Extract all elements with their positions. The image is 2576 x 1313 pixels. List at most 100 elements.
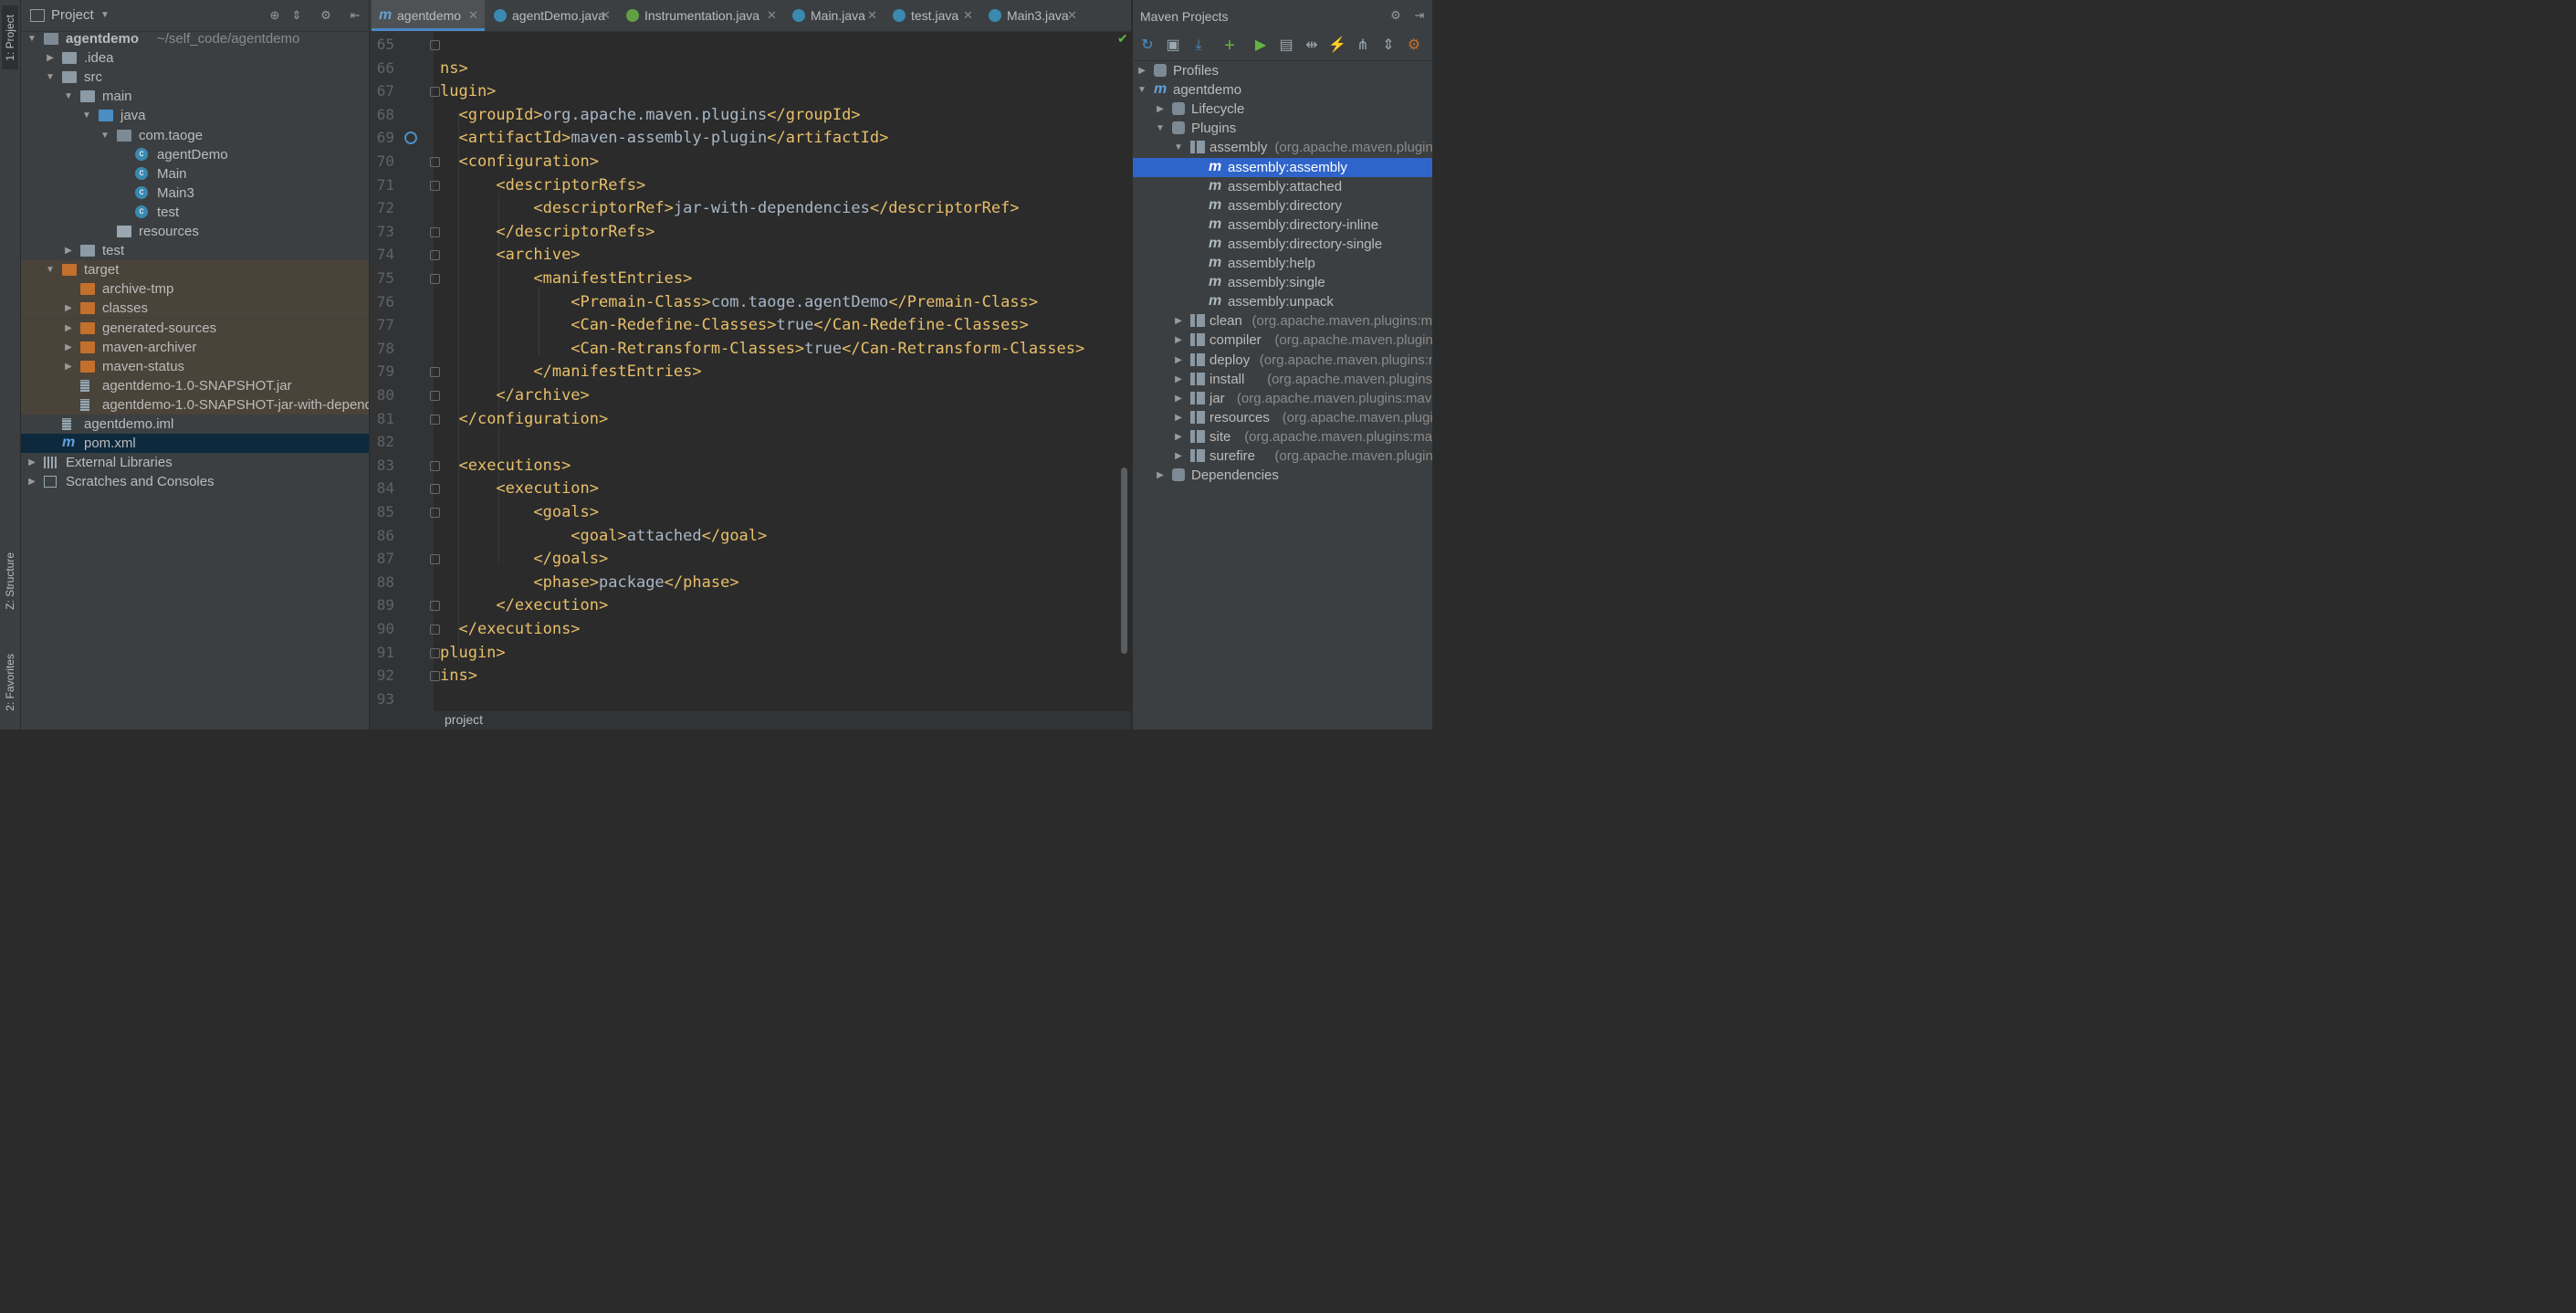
code-line[interactable]: ins> [440,664,477,688]
close-icon[interactable]: ✕ [1067,0,1077,31]
editor-tab[interactable]: Main.java ✕ [785,0,884,31]
expand-arrow-icon[interactable]: ▼ [81,106,92,125]
collapse-arrow-icon[interactable]: ▶ [1173,331,1184,350]
close-icon[interactable]: ✕ [867,0,877,31]
code-line[interactable]: <goal>attached</goal> [440,524,767,548]
maven-tree-item[interactable]: m assembly:directory-inline [1133,215,1432,235]
code-line[interactable]: lugin> [440,79,496,103]
project-tree-item[interactable]: agentdemo-1.0-SNAPSHOT-jar-with-dependen… [21,394,369,415]
maven-tree-item[interactable]: ▶ install (org.apache.maven.plugins:maven-… [1133,370,1432,389]
collapse-arrow-icon[interactable]: ▶ [45,48,56,68]
maven-tree-item[interactable]: m assembly:unpack [1133,292,1432,311]
editor-tab[interactable]: agentDemo.java ✕ [487,0,617,31]
maven-tree-item[interactable]: ▶ Dependencies [1133,466,1432,485]
project-tree-item[interactable]: c Main3 [21,184,369,203]
maven-tree-item[interactable]: m assembly:help [1133,254,1432,273]
editor-scrollbar[interactable] [1121,467,1127,654]
code-line[interactable]: <phase>package</phase> [440,571,738,594]
maven-tree-item[interactable]: ▶ Profiles [1133,61,1432,80]
collapse-arrow-icon[interactable]: ▶ [1173,427,1184,446]
code-line[interactable]: <Can-Retransform-Classes>true</Can-Retra… [440,337,1084,361]
project-tree-item[interactable]: ▶ Scratches and Consoles [21,472,369,491]
project-tree-item[interactable]: ▼ main [21,87,369,106]
collapse-arrow-icon[interactable]: ▶ [1155,466,1166,485]
toggle-offline-icon[interactable]: ⇹ [1303,37,1321,55]
hide-panel-icon[interactable]: ⇤ [348,8,362,23]
code-line[interactable]: </configuration> [440,407,608,431]
expand-arrow-icon[interactable]: ▼ [99,126,110,145]
code-line[interactable]: <Premain-Class>com.taoge.agentDemo</Prem… [440,290,1038,314]
expand-arrow-icon[interactable]: ▼ [63,87,74,106]
collapse-all-icon[interactable]: ⇕ [1379,37,1398,55]
maven-tree-item[interactable]: ▶ resources (org.apache.maven.plugins:mave… [1133,408,1432,427]
project-view-selector[interactable]: Project [51,7,94,23]
maven-tree-item[interactable]: m assembly:directory-single [1133,235,1432,254]
collapse-arrow-icon[interactable]: ▶ [1173,408,1184,427]
tab-structure-tool[interactable]: Z: Structure [2,539,18,623]
project-tree-item[interactable]: ▶ maven-archiver [21,337,369,357]
settings-icon[interactable]: ⚙ [1405,37,1423,55]
maven-tree-item[interactable]: ▶ clean (org.apache.maven.plugins:maven-cl… [1133,311,1432,331]
collapse-arrow-icon[interactable]: ▶ [63,338,74,357]
dependencies-diagram-icon[interactable]: ⋔ [1354,37,1372,55]
download-icon[interactable]: ⤓ [1189,37,1208,55]
maven-tree-item[interactable]: ▼ Plugins [1133,119,1432,138]
collapse-arrow-icon[interactable]: ▶ [1173,351,1184,370]
project-tree-item[interactable]: ▼ com.taoge [21,126,369,145]
collapse-arrow-icon[interactable]: ▶ [1173,311,1184,331]
code-line[interactable]: <executions> [440,454,571,478]
code-line[interactable]: <execution> [440,477,599,500]
tab-project-tool[interactable]: 1: Project [2,5,18,69]
code-line[interactable]: </execution> [440,593,608,617]
run-icon[interactable]: ▶ [1251,37,1270,55]
editor-tab[interactable]: Instrumentation.java ✕ [619,0,783,31]
project-tree-item[interactable]: ▶ test [21,241,369,260]
code-line[interactable]: <archive> [440,243,580,267]
collapse-arrow-icon[interactable]: ▶ [1136,61,1147,80]
maven-tree-item[interactable]: ▶ Lifecycle [1133,100,1432,119]
project-tree-item[interactable]: agentdemo.iml [21,415,369,434]
editor-tab[interactable]: m agentdemo ✕ [372,0,485,31]
collapse-arrow-icon[interactable]: ▶ [1173,389,1184,408]
project-tree-item[interactable]: c Main [21,164,369,184]
skip-tests-icon[interactable]: ⚡ [1328,37,1346,55]
editor-tab[interactable]: test.java ✕ [885,0,979,31]
close-icon[interactable]: ✕ [601,0,611,31]
project-tree-item[interactable]: ▶ External Libraries [21,453,369,472]
collapse-arrow-icon[interactable]: ▶ [63,319,74,338]
code-line[interactable]: </archive> [440,383,589,407]
project-tree-item[interactable]: ▼ target [21,260,369,280]
project-tree-item[interactable]: ▶ maven-status [21,356,369,376]
close-icon[interactable]: ✕ [468,0,478,31]
code-line[interactable]: <configuration> [440,150,599,173]
maven-tree-item[interactable]: m assembly:assembly [1133,157,1432,177]
maven-tree-item[interactable]: m assembly:single [1133,273,1432,292]
maven-tree-item[interactable]: ▶ deploy (org.apache.maven.plugins:maven-d… [1133,351,1432,370]
code-line[interactable]: <artifactId>maven-assembly-plugin</artif… [440,126,888,150]
breadcrumb[interactable]: project [445,712,483,727]
code-line[interactable]: </executions> [440,617,580,641]
maven-tree-item[interactable]: ▶ compiler (org.apache.maven.plugins:maven… [1133,331,1432,350]
locate-icon[interactable]: ⊕ [267,8,282,23]
code-line[interactable]: <descriptorRef>jar-with-dependencies</de… [440,196,1019,220]
project-tree-item[interactable]: ▼ src [21,68,369,87]
maven-tree-item[interactable]: ▼ assembly (org.apache.maven.plugins:maven… [1133,138,1432,157]
project-tree-item[interactable]: archive-tmp [21,279,369,299]
execute-goal-icon[interactable]: ▤ [1277,37,1295,55]
gear-icon[interactable]: ⚙ [319,8,333,23]
expand-arrow-icon[interactable]: ▼ [45,260,56,279]
code-line[interactable]: <goals> [440,500,599,524]
collapse-arrow-icon[interactable]: ▶ [63,357,74,376]
project-tree-item[interactable]: ▶ generated-sources [21,318,369,338]
collapse-all-icon[interactable]: ⇕ [289,8,304,23]
collapse-arrow-icon[interactable]: ▶ [1155,100,1166,119]
code-line[interactable]: ns> [440,57,468,80]
generate-sources-icon[interactable]: ▣ [1164,37,1182,55]
project-tree-item[interactable]: agentdemo-1.0-SNAPSHOT.jar [21,375,369,395]
inspection-ok-icon[interactable]: ✔ [1117,31,1128,47]
project-tree-item[interactable]: ▼ agentdemo ~/self_code/agentdemo [21,29,369,48]
code-line[interactable]: plugin> [440,641,506,665]
close-icon[interactable]: ✕ [963,0,973,31]
expand-arrow-icon[interactable]: ▼ [1173,138,1184,157]
code-line[interactable]: <descriptorRefs> [440,173,645,197]
